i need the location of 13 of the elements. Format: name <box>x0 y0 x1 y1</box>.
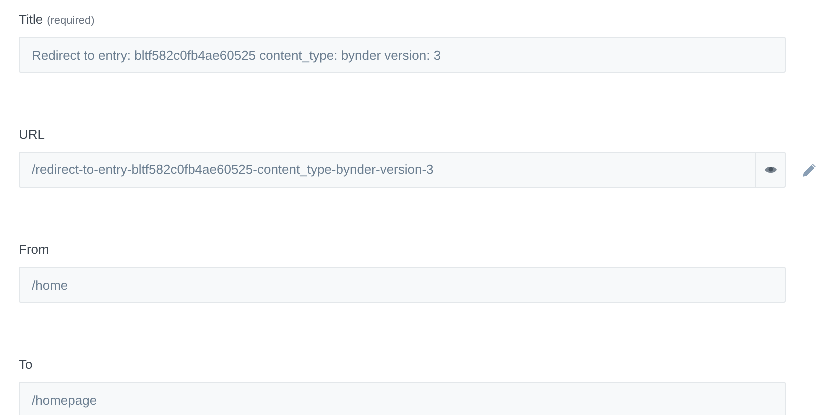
field-label: Title <box>19 11 44 29</box>
text-field[interactable]: /homepage <box>19 382 786 415</box>
edit-button[interactable] <box>801 162 817 178</box>
eye-icon <box>764 166 776 174</box>
text-field[interactable]: /home <box>19 267 786 303</box>
required-hint: (required) <box>47 14 95 29</box>
preview-button[interactable] <box>755 152 786 188</box>
field-label: From <box>19 241 50 259</box>
pencil-icon <box>802 162 816 178</box>
text-field[interactable]: Redirect to entry: bltf582c0fb4ae60525 content_type: bynder version: 3 <box>19 37 786 73</box>
field-label: To <box>19 356 33 374</box>
field-label: URL <box>19 126 46 144</box>
url-field[interactable]: /redirect-to-entry-bltf582c0fb4ae60525-content_type-bynder-version-3 <box>19 152 755 188</box>
